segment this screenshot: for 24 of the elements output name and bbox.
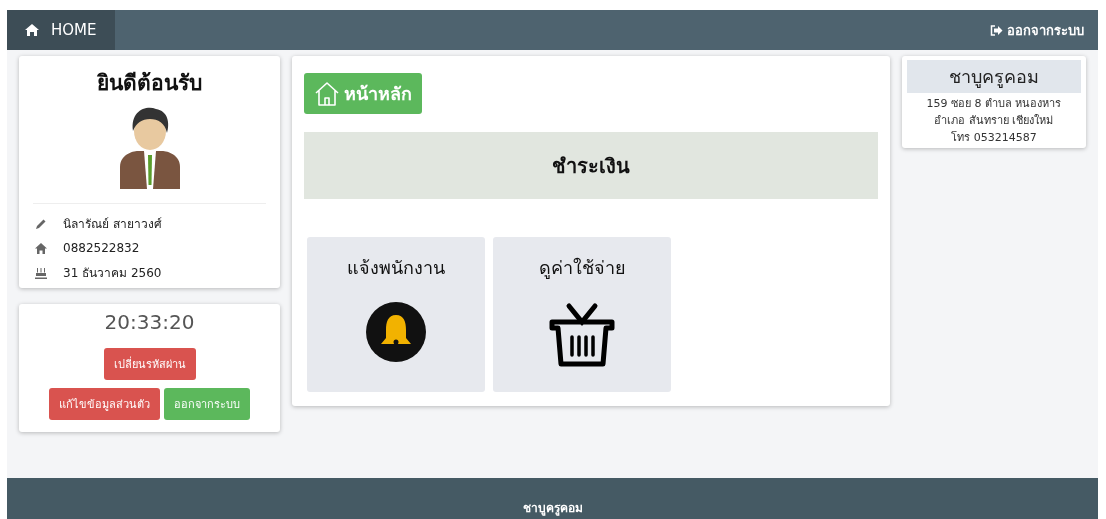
home-nav-link[interactable]: HOME: [7, 10, 115, 50]
shop-address-line: โทร 053214587: [950, 130, 1038, 146]
clock-time: 20:33:20: [104, 310, 195, 334]
shop-name: ชาบูครูคอม: [906, 60, 1081, 93]
pencil-icon: [35, 217, 47, 230]
account-button[interactable]: แก้ไขข้อมูลส่วนตัว: [49, 388, 160, 420]
cake-icon: [35, 266, 47, 279]
logout-link[interactable]: ออกจากระบบ: [990, 19, 1098, 41]
house-icon: [35, 242, 47, 254]
account-button[interactable]: เปลี่ยนรหัสผ่าน: [103, 348, 196, 380]
menu-tile[interactable]: ดูค่าใช้จ่าย: [493, 237, 672, 392]
profile-detail-text: 0882522832: [63, 241, 140, 255]
basket-icon: [549, 302, 616, 368]
welcome-title: ยินดีต้อนรับ: [97, 70, 202, 97]
sign-out-icon: [990, 24, 1003, 36]
bell-icon: [366, 302, 427, 362]
shop-address-line: 159 ซอย 8 ตำบล หนองหาร: [926, 96, 1062, 112]
profile-detail-text: 31 ธันวาคม 2560: [63, 265, 162, 282]
payment-heading: ชำระเงิน: [304, 132, 878, 199]
menu-tile[interactable]: แจ้งพนักงาน: [307, 237, 486, 392]
house-icon: [25, 24, 39, 36]
profile-detail-text: นิลารัณย์ สายาวงศ์: [63, 216, 162, 233]
house-icon: [314, 80, 341, 107]
shop-address-line: อำเภอ สันทราย เชียงใหม่: [933, 113, 1055, 129]
